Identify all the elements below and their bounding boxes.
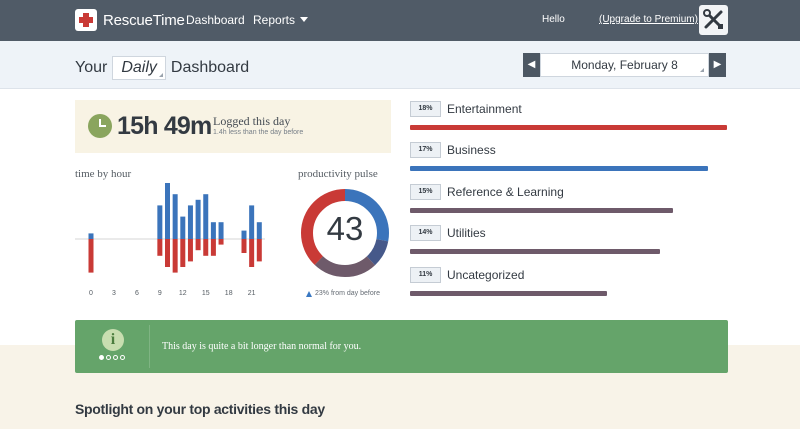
hour-tick-label: 21 <box>248 290 256 297</box>
logo-cross-icon <box>75 9 97 31</box>
dashboard-header: Your Daily Dashboard ◀ Monday, February … <box>0 41 800 89</box>
pulse-change: 23% from day before <box>306 290 380 297</box>
settings-tools-button[interactable] <box>699 5 728 35</box>
category-bar <box>410 249 660 254</box>
logged-time-value: 15h 49m <box>117 112 212 140</box>
arrow-up-icon <box>306 290 312 297</box>
pager-dot[interactable] <box>120 355 125 360</box>
time-by-hour-chart[interactable]: 0 3 6 9 12 15 18 21 <box>75 178 265 300</box>
previous-day-button[interactable]: ◀ <box>523 53 540 77</box>
hour-bar-distracting <box>203 239 209 256</box>
chevron-left-icon: ◀ <box>527 59 536 70</box>
category-name: Business <box>447 143 496 157</box>
category-percent: 15% <box>410 184 441 200</box>
rescuetime-logo[interactable]: RescueTime <box>75 9 185 31</box>
insight-notice: i This day is quite a bit longer than no… <box>75 320 728 373</box>
category-bar <box>410 291 607 296</box>
logged-time-card: 15h 49m Logged this day 1.4h less than t… <box>75 100 391 153</box>
hour-tick-label: 3 <box>112 290 116 297</box>
category-bar <box>410 166 708 171</box>
nav-reports-label: Reports <box>253 13 296 27</box>
category-name: Reference & Learning <box>447 185 564 199</box>
category-name: Uncategorized <box>447 268 525 282</box>
hour-tick-label: 0 <box>89 290 93 297</box>
hour-bar-distracting <box>180 239 186 267</box>
tools-icon <box>703 9 723 29</box>
hour-tick-label: 9 <box>158 290 162 297</box>
productivity-pulse-donut[interactable]: 43 <box>298 186 392 280</box>
date-value: Monday, February 8 <box>571 58 678 72</box>
category-percent: 17% <box>410 142 441 158</box>
logged-time-comparison: 1.4h less than the day before <box>213 129 304 136</box>
date-navigator: ◀ Monday, February 8 ▶ <box>523 53 726 77</box>
page-title: Your Daily Dashboard <box>75 56 249 80</box>
category-name: Entertainment <box>447 102 522 116</box>
category-percent: 18% <box>410 101 441 117</box>
hour-bar-distracting <box>195 239 201 251</box>
top-navigation-bar: RescueTime Dashboard Reports Hello (Upgr… <box>0 0 800 41</box>
clock-icon <box>88 114 112 138</box>
period-select[interactable]: Daily <box>112 56 166 80</box>
greeting-text: Hello <box>542 14 565 25</box>
hour-bar-productive <box>256 222 262 239</box>
category-name: Utilities <box>447 226 486 240</box>
category-percent: 14% <box>410 225 441 241</box>
nav-dashboard-link[interactable]: Dashboard <box>186 13 245 27</box>
upgrade-premium-link[interactable]: (Upgrade to Premium) <box>599 14 698 25</box>
hour-bar-productive <box>157 205 163 239</box>
hour-bar-productive <box>180 216 186 239</box>
notice-text: This day is quite a bit longer than norm… <box>162 341 362 352</box>
hour-bar-productive <box>165 183 170 239</box>
hour-bar-distracting <box>88 239 94 273</box>
category-percent: 11% <box>410 267 441 283</box>
hour-bar-distracting <box>172 239 178 273</box>
hour-bar-distracting <box>256 239 262 262</box>
category-bar <box>410 208 673 213</box>
dropdown-corner-icon <box>700 68 704 72</box>
category-bar <box>410 125 727 130</box>
title-suffix: Dashboard <box>170 59 250 76</box>
hour-bar-distracting <box>249 239 255 267</box>
hour-bar-distracting <box>210 239 216 256</box>
pager-dot[interactable] <box>106 355 111 360</box>
date-select[interactable]: Monday, February 8 <box>540 53 709 77</box>
hour-tick-label: 15 <box>202 290 210 297</box>
hour-bar-productive <box>218 222 224 239</box>
hour-bar-productive <box>88 233 94 239</box>
next-day-button[interactable]: ▶ <box>709 53 726 77</box>
hour-bar-productive <box>249 205 255 239</box>
productivity-pulse-label: productivity pulse <box>298 168 378 180</box>
hour-bar-productive <box>210 222 216 239</box>
logged-time-label: Logged this day <box>213 114 291 128</box>
hour-bar-distracting <box>165 239 170 267</box>
pulse-change-text: 23% from day before <box>315 290 380 297</box>
info-icon: i <box>102 329 124 351</box>
pulse-score: 43 <box>326 210 364 247</box>
notice-pager <box>99 355 127 360</box>
dropdown-corner-icon <box>158 73 163 77</box>
hour-bar-productive <box>195 199 201 239</box>
hour-bar-distracting <box>157 239 163 256</box>
hour-bar-productive <box>187 205 193 239</box>
hour-tick-label: 18 <box>225 290 233 297</box>
hour-bar-productive <box>241 230 247 239</box>
hour-bar-distracting <box>187 239 193 262</box>
hour-bar-productive <box>172 194 178 239</box>
pager-dot[interactable] <box>113 355 118 360</box>
nav-reports-menu[interactable]: Reports <box>253 13 309 27</box>
hour-tick-label: 6 <box>135 290 139 297</box>
pager-dot[interactable] <box>99 355 104 360</box>
hour-bar-distracting <box>218 239 224 245</box>
notice-divider <box>149 325 150 368</box>
title-prefix: Your <box>75 59 108 76</box>
spotlight-heading: Spotlight on your top activities this da… <box>75 401 325 417</box>
hour-bar-distracting <box>241 239 247 253</box>
chevron-down-icon <box>300 17 309 22</box>
app-name: RescueTime <box>103 11 185 29</box>
period-value: Daily <box>121 59 157 76</box>
hour-bar-productive <box>203 194 209 239</box>
chevron-right-icon: ▶ <box>713 59 722 70</box>
hour-tick-label: 12 <box>179 290 187 297</box>
